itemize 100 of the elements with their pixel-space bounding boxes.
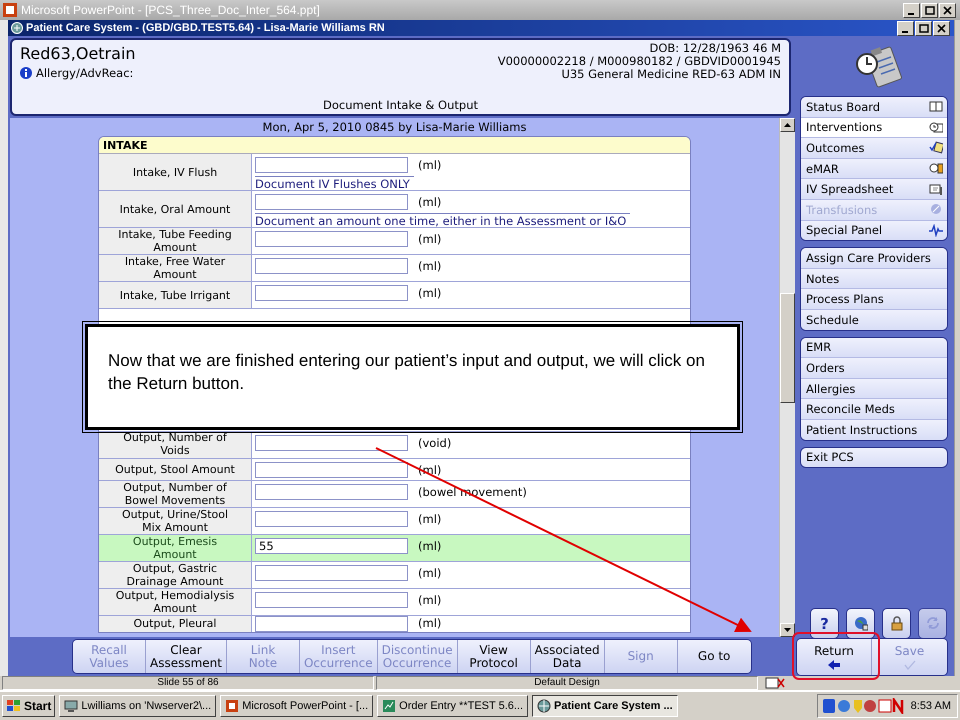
sidebar-item[interactable]: Exit PCS bbox=[801, 448, 947, 468]
unit-label: (ml) bbox=[418, 539, 442, 553]
section-header: INTAKE bbox=[99, 137, 690, 154]
input-field[interactable] bbox=[255, 194, 408, 210]
slide-counter: Slide 55 of 86 bbox=[2, 676, 374, 690]
pulse-icon bbox=[929, 224, 943, 237]
birth-date: DOB: 12/28/1963 46 M bbox=[648, 42, 781, 55]
refresh-icon bbox=[926, 616, 940, 631]
field-label: Output, Stool Amount bbox=[99, 459, 252, 480]
input-field[interactable] bbox=[255, 435, 408, 451]
visit-ids: V00000002218 / M000980182 / GBDVID0001945 bbox=[498, 55, 781, 68]
lock-icon bbox=[890, 616, 904, 631]
unit-label: (ml) bbox=[418, 195, 442, 209]
restore-icon[interactable] bbox=[924, 4, 935, 16]
scroll-thumb[interactable] bbox=[780, 292, 795, 402]
field-label: Intake, Oral Amount bbox=[99, 191, 252, 227]
field-label: Output, Hemodialysis Amount bbox=[99, 589, 252, 615]
sidebar-item[interactable]: Schedule bbox=[801, 310, 947, 330]
taskbar-button[interactable]: Order Entry **TEST 5.6... bbox=[377, 695, 528, 717]
unit-label: (ml) bbox=[418, 616, 442, 630]
monitor-icon bbox=[929, 182, 943, 196]
help-button[interactable]: ? bbox=[810, 608, 839, 639]
allergy-label: Allergy/AdvReac: bbox=[36, 66, 134, 80]
toolbar-button[interactable]: Clear Assessment bbox=[146, 640, 227, 673]
sidebar-item[interactable]: Patient Instructions bbox=[801, 420, 947, 440]
patient-location: U35 General Medicine RED-63 ADM IN bbox=[560, 68, 781, 81]
scrollbar[interactable] bbox=[779, 118, 795, 637]
clock: 8:53 AM bbox=[910, 700, 951, 712]
sidebar-item[interactable]: Reconcile Meds bbox=[801, 399, 947, 420]
field-label: Output, Pleural bbox=[99, 616, 252, 632]
clock-note-icon bbox=[929, 120, 943, 134]
sidebar-item[interactable]: Notes bbox=[801, 268, 947, 290]
sidebar-item[interactable]: IV Spreadsheet bbox=[801, 179, 947, 200]
app-icon bbox=[11, 22, 23, 34]
pill-icon bbox=[929, 203, 943, 216]
input-field[interactable] bbox=[255, 616, 408, 632]
unit-label: (ml) bbox=[418, 593, 442, 607]
sidebar-item[interactable]: eMAR bbox=[801, 158, 947, 180]
window-title: Microsoft PowerPoint - [PCS_Three_Doc_Inter_564.ppt] bbox=[21, 3, 321, 17]
tool-button[interactable] bbox=[882, 608, 911, 639]
input-field[interactable] bbox=[255, 484, 408, 500]
sidebar-item[interactable]: EMR bbox=[801, 338, 947, 358]
unit-label: (ml) bbox=[418, 286, 442, 300]
input-field[interactable] bbox=[255, 462, 408, 478]
field-label: Intake, Tube Irrigant bbox=[99, 282, 252, 308]
toolbar-button[interactable]: Go to bbox=[678, 640, 751, 673]
scroll-down-icon[interactable] bbox=[784, 628, 791, 632]
unit-label: (ml) bbox=[418, 566, 442, 580]
toolbar-button[interactable]: Associated Data bbox=[530, 640, 605, 673]
input-field[interactable] bbox=[255, 258, 408, 274]
clock-bottle-icon bbox=[929, 162, 943, 176]
field-label: Intake, Free Water Amount bbox=[99, 255, 252, 281]
sidebar-item[interactable]: Orders bbox=[801, 358, 947, 379]
unit-label: (ml) bbox=[418, 259, 442, 273]
sidebar-item[interactable]: Allergies bbox=[801, 378, 947, 400]
sidebar-item[interactable]: Assign Care Providers bbox=[801, 248, 947, 269]
input-field[interactable]: 55 bbox=[255, 538, 408, 554]
sidebar-item[interactable]: Status Board bbox=[801, 97, 947, 118]
sidebar-item[interactable]: Interventions bbox=[801, 118, 947, 138]
toolbar-button[interactable]: View Protocol bbox=[458, 640, 531, 673]
close-icon[interactable] bbox=[942, 4, 953, 16]
return-button[interactable]: Return bbox=[797, 638, 872, 674]
field-label: Output, Urine/Stool Mix Amount bbox=[99, 508, 252, 534]
left-arrow-icon bbox=[828, 660, 840, 670]
unit-label: (ml) bbox=[418, 158, 442, 172]
sidebar-item[interactable]: Special Panel bbox=[801, 220, 947, 240]
close-icon[interactable] bbox=[936, 22, 947, 34]
taskbar-button[interactable]: Microsoft PowerPoint - [... bbox=[220, 695, 374, 717]
sidebar-item[interactable]: Process Plans bbox=[801, 289, 947, 310]
scroll-up-icon[interactable] bbox=[784, 123, 791, 127]
taskbar-button[interactable]: Patient Care System ... bbox=[532, 695, 678, 717]
input-field[interactable] bbox=[255, 511, 408, 527]
chart-icon bbox=[382, 699, 396, 713]
powerpoint-icon bbox=[225, 699, 240, 713]
input-field[interactable] bbox=[255, 231, 408, 247]
powerpoint-icon bbox=[3, 3, 17, 17]
computer-icon bbox=[64, 699, 78, 713]
tool-button[interactable] bbox=[846, 608, 875, 639]
check-note-icon bbox=[929, 141, 943, 154]
start-button[interactable]: Start bbox=[2, 695, 56, 717]
restore-icon[interactable] bbox=[918, 22, 929, 34]
field-hint: Document an amount one time, either in the Assessment or I&O bbox=[255, 213, 630, 228]
sidebar-item[interactable]: Outcomes bbox=[801, 138, 947, 159]
input-field[interactable] bbox=[255, 565, 408, 581]
field-label: Output, Number of Voids bbox=[99, 432, 252, 458]
unit-label: (ml) bbox=[418, 512, 442, 526]
document-title: Document Intake & Output bbox=[322, 98, 480, 112]
globe-icon bbox=[537, 699, 552, 713]
input-field[interactable] bbox=[255, 285, 408, 301]
unit-label: (void) bbox=[418, 436, 452, 450]
callout-text: Now that we are finished entering our patient’s input and output, we will click on the Return button. bbox=[108, 351, 705, 393]
info-icon bbox=[20, 67, 32, 79]
unit-label: (ml) bbox=[418, 232, 442, 246]
input-field[interactable] bbox=[255, 157, 408, 173]
field-label: Intake, IV Flush bbox=[99, 154, 252, 190]
patient-name: Red63,Oetrain bbox=[20, 44, 137, 65]
field-label: Output, Number of Bowel Movements bbox=[99, 481, 252, 507]
windows-logo-icon bbox=[6, 699, 22, 713]
input-field[interactable] bbox=[255, 592, 408, 608]
taskbar-button[interactable]: Lwilliams on 'Nwserver2\... bbox=[59, 695, 216, 717]
